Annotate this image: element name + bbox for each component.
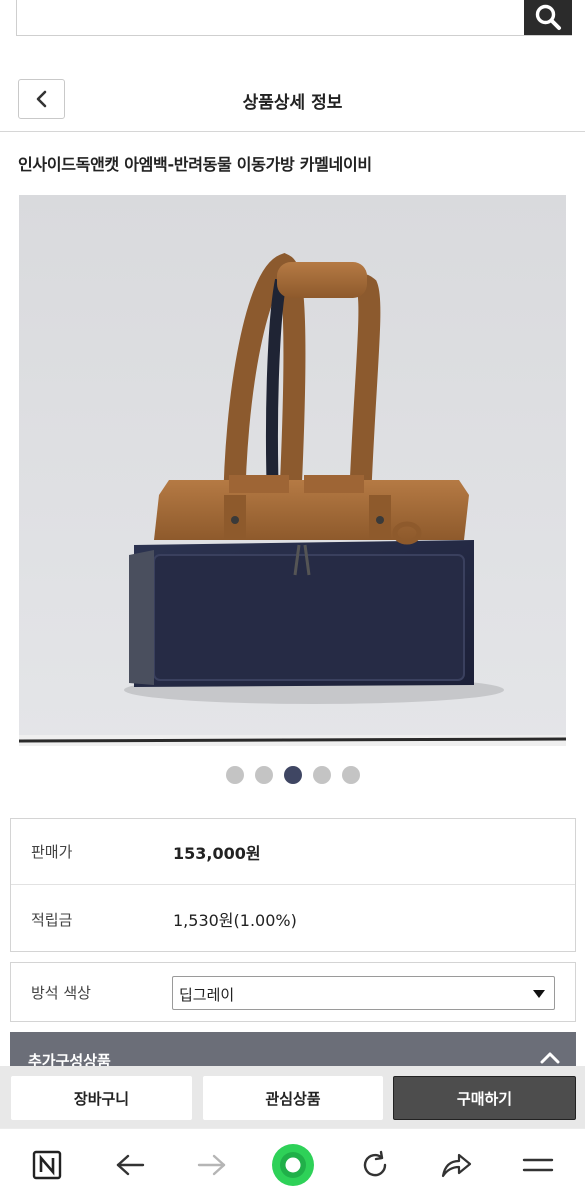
caret-down-icon: [533, 990, 545, 998]
page-title: 상품상세 정보: [242, 93, 343, 113]
color-select[interactable]: 딥그레이: [172, 976, 555, 1010]
chevron-up-icon: [540, 1052, 560, 1064]
browser-nav-bar: [0, 1128, 585, 1200]
carousel-dot-active[interactable]: [283, 766, 302, 784]
menu-icon[interactable]: [518, 1145, 558, 1185]
price-row: 판매가 153,000원: [11, 819, 575, 885]
share-icon[interactable]: [436, 1145, 476, 1185]
product-name: 인사이드독앤캣 아엠백-반려동물 이동가방 카멜네이비: [18, 155, 372, 174]
search-bar: [16, 0, 572, 36]
search-input[interactable]: [17, 0, 525, 34]
back-arrow-icon[interactable]: [110, 1145, 150, 1185]
carousel-dots: [0, 766, 585, 784]
carousel-dot[interactable]: [225, 766, 244, 784]
naver-icon[interactable]: [27, 1145, 67, 1185]
add-to-cart-button[interactable]: 장바구니: [11, 1076, 192, 1120]
floor-shadow: [19, 737, 566, 743]
buy-now-button[interactable]: 구매하기: [393, 1076, 576, 1120]
carousel-dot[interactable]: [341, 766, 360, 784]
page-header: 상품상세 정보: [0, 68, 585, 132]
price-label: 판매가: [31, 843, 73, 861]
wishlist-button[interactable]: 관심상품: [203, 1076, 383, 1120]
carousel-dot[interactable]: [312, 766, 331, 784]
home-circle-icon[interactable]: [270, 1142, 316, 1188]
points-row: 적립금 1,530원(1.00%): [11, 886, 575, 952]
refresh-icon[interactable]: [355, 1145, 395, 1185]
price-table: 판매가 153,000원 적립금 1,530원(1.00%): [10, 818, 576, 952]
points-label: 적립금: [31, 910, 73, 929]
color-select-value: 딥그레이: [179, 986, 235, 1004]
purchase-action-bar: 장바구니 관심상품 구매하기: [0, 1066, 585, 1128]
points-value: 1,530원(1.00%): [173, 911, 297, 930]
carousel-dot[interactable]: [254, 766, 273, 784]
search-icon: [535, 4, 561, 30]
option-row: 방석 색상 딥그레이: [10, 962, 576, 1022]
forward-arrow-icon[interactable]: [192, 1145, 232, 1185]
search-button[interactable]: [524, 0, 572, 35]
product-image[interactable]: [19, 195, 566, 746]
option-label: 방석 색상: [31, 984, 91, 1002]
price-value: 153,000원: [173, 843, 261, 863]
